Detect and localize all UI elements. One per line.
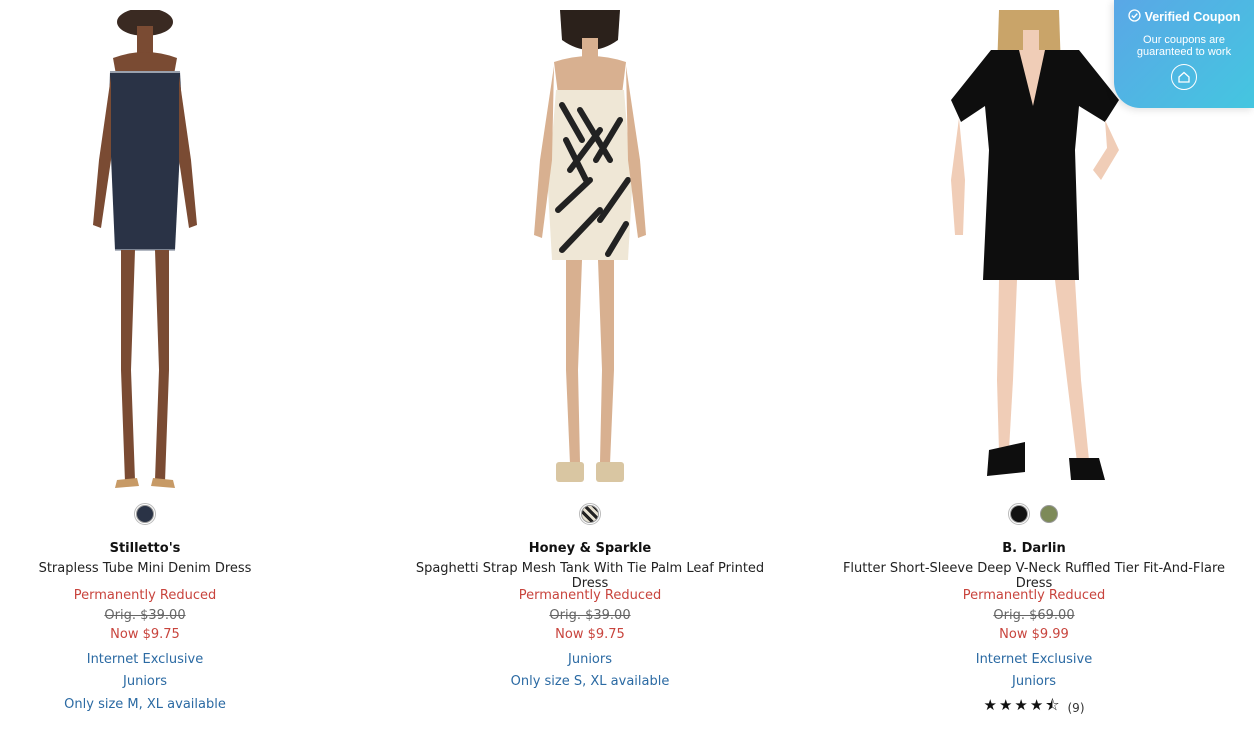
check-circle-icon: [1127, 9, 1141, 25]
coupon-subtitle: Our coupons are guaranteed to work: [1136, 34, 1232, 58]
color-swatches: [400, 503, 780, 525]
tag-juniors[interactable]: Juniors: [830, 674, 1238, 689]
sale-price: Now $9.75: [555, 627, 625, 642]
original-price: Orig. $69.00: [993, 608, 1075, 623]
product-image[interactable]: [929, 10, 1139, 500]
tag-internet-exclusive[interactable]: Internet Exclusive: [830, 652, 1238, 667]
sale-price: Now $9.99: [999, 627, 1069, 642]
price-status: Permanently Reduced: [518, 588, 662, 603]
size-availability[interactable]: Only size M, XL available: [0, 697, 290, 712]
model-illustration: [951, 10, 1119, 480]
color-swatch-print[interactable]: [579, 503, 601, 525]
product-brand[interactable]: Stilletto's: [0, 541, 290, 556]
product-card[interactable]: Honey & Sparkle Spaghetti Strap Mesh Tan…: [400, 0, 780, 689]
product-brand[interactable]: B. Darlin: [830, 541, 1238, 556]
color-swatch-black[interactable]: [1008, 503, 1030, 525]
product-card[interactable]: Stilletto's Strapless Tube Mini Denim Dr…: [0, 0, 290, 712]
product-grid: Stilletto's Strapless Tube Mini Denim Dr…: [0, 0, 1254, 743]
color-swatch-navy[interactable]: [134, 503, 156, 525]
tag-juniors[interactable]: Juniors: [0, 674, 290, 689]
sale-price: Now $9.75: [110, 627, 180, 642]
size-availability[interactable]: Only size S, XL available: [400, 674, 780, 689]
model-illustration: [93, 8, 197, 488]
color-swatches: [830, 503, 1238, 525]
product-title[interactable]: Spaghetti Strap Mesh Tank With Tie Palm …: [400, 561, 780, 591]
rating-stars: ★★★★⯪: [983, 696, 1062, 714]
tag-juniors[interactable]: Juniors: [400, 652, 780, 667]
product-image[interactable]: [55, 8, 235, 500]
review-count[interactable]: (9): [1068, 701, 1085, 715]
coupon-title: Verified Coupon: [1144, 10, 1241, 24]
product-rating[interactable]: ★★★★⯪ (9): [830, 695, 1238, 720]
price-status: Permanently Reduced: [73, 588, 217, 603]
color-swatch-olive[interactable]: [1040, 505, 1058, 523]
product-title[interactable]: Strapless Tube Mini Denim Dress: [0, 561, 290, 576]
price-status: Permanently Reduced: [962, 588, 1106, 603]
original-price: Orig. $39.00: [104, 608, 186, 623]
verified-coupon-badge[interactable]: Verified Coupon Our coupons are guarante…: [1114, 0, 1254, 108]
home-icon[interactable]: [1171, 64, 1197, 90]
product-image[interactable]: [500, 10, 680, 500]
coupon-header: Verified Coupon: [1114, 9, 1254, 25]
product-brand[interactable]: Honey & Sparkle: [400, 541, 780, 556]
product-title[interactable]: Flutter Short-Sleeve Deep V-Neck Ruffled…: [830, 561, 1238, 591]
color-swatches: [0, 503, 290, 525]
model-illustration: [534, 10, 646, 482]
tag-internet-exclusive[interactable]: Internet Exclusive: [0, 652, 290, 667]
original-price: Orig. $39.00: [549, 608, 631, 623]
